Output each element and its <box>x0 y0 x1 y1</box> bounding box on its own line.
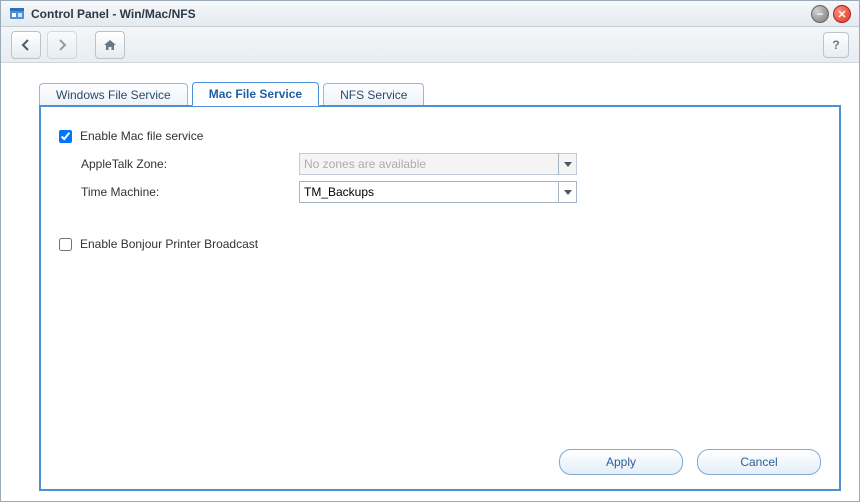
enable-bonjour-printer-label: Enable Bonjour Printer Broadcast <box>80 237 258 251</box>
cancel-button[interactable]: Cancel <box>697 449 821 475</box>
tab-nfs-service[interactable]: NFS Service <box>323 83 424 106</box>
window: Control Panel - Win/Mac/NFS ? Windows Fi… <box>0 0 860 502</box>
titlebar: Control Panel - Win/Mac/NFS <box>1 1 859 27</box>
tab-panel-mac: Enable Mac file service AppleTalk Zone: … <box>39 105 841 491</box>
home-button[interactable] <box>95 31 125 59</box>
back-button[interactable] <box>11 31 41 59</box>
time-machine-select-wrap: TM_Backups <box>299 181 577 203</box>
time-machine-label: Time Machine: <box>81 185 299 199</box>
enable-bonjour-printer-checkbox[interactable] <box>59 238 72 251</box>
enable-mac-file-service-checkbox[interactable] <box>59 130 72 143</box>
close-button[interactable] <box>833 5 851 23</box>
time-machine-select[interactable]: TM_Backups <box>299 181 577 203</box>
content-area: Windows File Service Mac File Service NF… <box>39 81 841 491</box>
tab-windows-file-service[interactable]: Windows File Service <box>39 83 188 106</box>
forward-button[interactable] <box>47 31 77 59</box>
appletalk-zone-select-wrap: No zones are available <box>299 153 577 175</box>
minimize-button[interactable] <box>811 5 829 23</box>
window-title: Control Panel - Win/Mac/NFS <box>31 7 196 21</box>
enable-mac-file-service-label: Enable Mac file service <box>80 129 203 143</box>
apply-button[interactable]: Apply <box>559 449 683 475</box>
tab-bar: Windows File Service Mac File Service NF… <box>39 81 841 105</box>
app-icon <box>9 6 25 22</box>
button-row: Apply Cancel <box>559 449 821 475</box>
appletalk-zone-select[interactable]: No zones are available <box>299 153 577 175</box>
help-button[interactable]: ? <box>823 32 849 58</box>
toolbar: ? <box>1 27 859 63</box>
tab-mac-file-service[interactable]: Mac File Service <box>192 82 319 106</box>
appletalk-zone-label: AppleTalk Zone: <box>81 157 299 171</box>
